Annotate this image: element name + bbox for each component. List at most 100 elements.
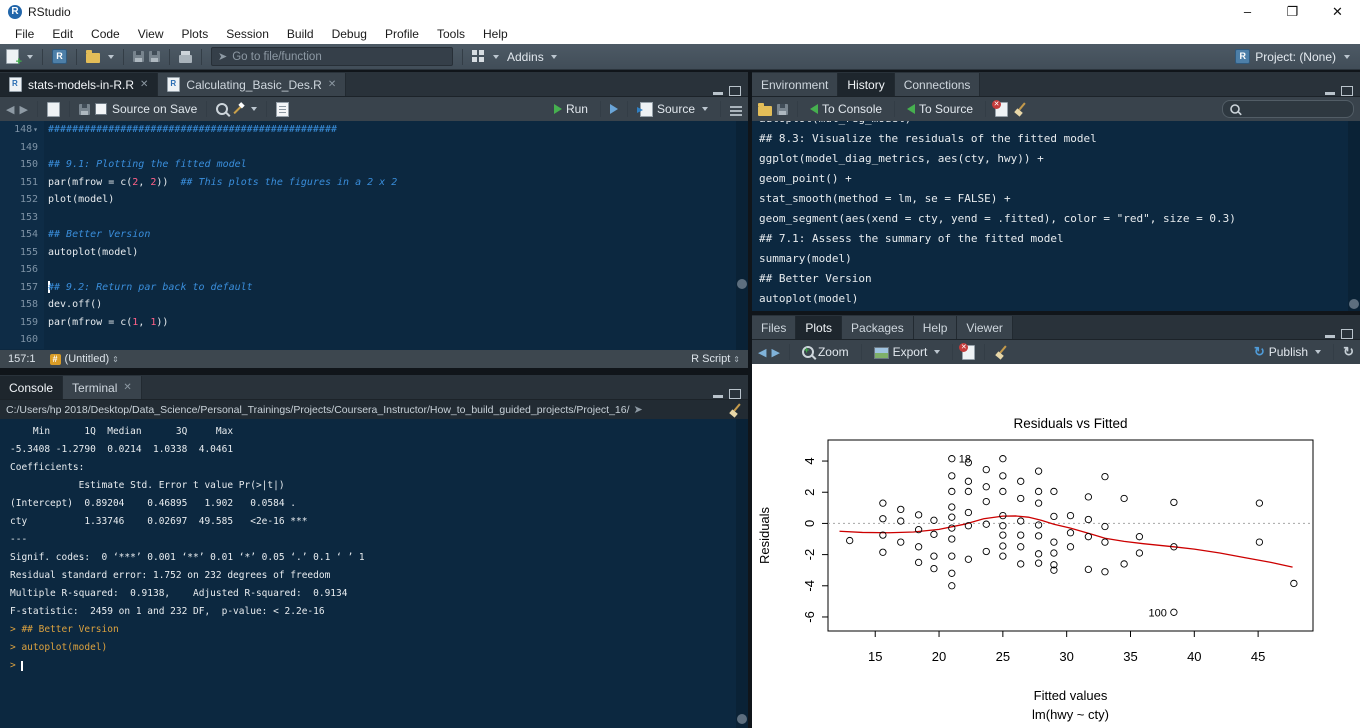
source-on-save-checkbox[interactable] — [94, 103, 107, 115]
tab-stats-models-in-r-r[interactable]: stats-models-in-R.R ✕ — [0, 73, 159, 96]
compile-report-icon[interactable] — [276, 101, 290, 117]
save-all-icon[interactable] — [149, 51, 160, 62]
tab-packages[interactable]: Packages — [842, 316, 914, 339]
save-icon[interactable] — [133, 51, 144, 62]
editor-scrollbar[interactable] — [736, 121, 748, 350]
tab-terminal[interactable]: Terminal ✕ — [63, 376, 142, 399]
open-recent-caret-icon[interactable] — [108, 54, 114, 59]
refresh-plot-icon[interactable]: ↻ — [1343, 344, 1354, 360]
maximize-pane-icon[interactable] — [729, 86, 741, 96]
find-replace-icon[interactable] — [216, 103, 229, 115]
goto-file-input[interactable]: ➤ Go to file/function — [211, 47, 453, 66]
maximize-pane-icon[interactable] — [729, 389, 741, 399]
panes-caret-icon[interactable] — [493, 54, 499, 59]
minimize-pane-icon[interactable] — [1325, 330, 1335, 338]
tab-plots[interactable]: Plots — [796, 316, 843, 339]
tab-history[interactable]: History — [838, 73, 895, 96]
zoom-plot-button[interactable]: Zoom — [799, 345, 852, 359]
history-scroll-thumb[interactable] — [1349, 299, 1359, 309]
menu-build[interactable]: Build — [278, 27, 323, 41]
fold-arrow-icon[interactable]: ▾ — [33, 125, 38, 134]
close-tab-icon[interactable]: ✕ — [123, 382, 131, 393]
new-file-icon[interactable] — [6, 49, 22, 68]
tab-help[interactable]: Help — [913, 316, 958, 339]
menu-help[interactable]: Help — [474, 27, 517, 41]
code-editor[interactable]: 148▾ ####################################… — [0, 121, 748, 350]
save-document-icon[interactable] — [78, 103, 90, 115]
menu-profile[interactable]: Profile — [376, 27, 428, 41]
minimize-pane-icon[interactable] — [713, 87, 723, 95]
addins-button[interactable]: Addins — [504, 50, 560, 64]
history-entry[interactable]: ## 8.3: Visualize the residuals of the f… — [759, 129, 1348, 149]
minimize-pane-icon[interactable] — [1325, 87, 1335, 95]
rerun-icon[interactable] — [609, 104, 618, 114]
clear-history-icon[interactable] — [1013, 102, 1027, 116]
history-entry[interactable]: geom_segment(aes(xend = cty, yend = .fit… — [759, 209, 1348, 229]
to-console-button[interactable]: To Console — [807, 102, 885, 116]
restore-button[interactable]: ❐ — [1270, 0, 1315, 23]
menu-tools[interactable]: Tools — [428, 27, 474, 41]
history-list[interactable]: autoplot(mul_reg_model)## 8.3: Visualize… — [752, 121, 1348, 311]
print-icon[interactable] — [179, 50, 192, 63]
new-file-caret-icon[interactable] — [27, 54, 33, 59]
menu-plots[interactable]: Plots — [173, 27, 218, 41]
forward-icon[interactable]: ▶ — [19, 103, 27, 116]
next-plot-icon[interactable]: ▶ — [771, 346, 779, 359]
workspace-panes-icon[interactable] — [472, 50, 485, 63]
goto-directory-icon[interactable]: ➤ — [634, 403, 643, 416]
publish-button[interactable]: ↻ Publish — [1251, 344, 1324, 360]
new-project-icon[interactable]: R — [52, 49, 67, 64]
menu-code[interactable]: Code — [82, 27, 129, 41]
remove-plot-icon[interactable] — [959, 342, 976, 360]
tab-connections[interactable]: Connections — [894, 73, 981, 96]
tab-files[interactable]: Files — [752, 316, 797, 339]
close-button[interactable]: ✕ — [1315, 0, 1360, 23]
history-entry[interactable]: ggplot(model_diag_metrics, aes(cty, hwy)… — [759, 149, 1348, 169]
open-file-icon[interactable] — [86, 50, 100, 63]
close-tab-icon[interactable]: ✕ — [140, 79, 148, 90]
doc-type-selector[interactable]: R Script ⇕ — [691, 353, 740, 365]
remove-entries-icon[interactable] — [992, 99, 1009, 117]
code-tools-caret-icon[interactable] — [251, 107, 258, 111]
project-menu-button[interactable]: R Project: (None) — [1235, 49, 1354, 64]
menu-session[interactable]: Session — [217, 27, 278, 41]
back-icon[interactable]: ◀ — [6, 103, 14, 116]
to-source-button[interactable]: To Source — [904, 102, 976, 116]
load-history-icon[interactable] — [758, 102, 772, 116]
history-entry[interactable]: autoplot(model) — [759, 289, 1348, 309]
history-search-input[interactable] — [1222, 100, 1354, 118]
console-scroll-thumb[interactable] — [737, 714, 747, 724]
clear-plots-icon[interactable] — [994, 345, 1008, 359]
history-entry[interactable]: ## Better Version — [759, 269, 1348, 289]
menu-edit[interactable]: Edit — [43, 27, 82, 41]
close-tab-icon[interactable]: ✕ — [328, 79, 336, 90]
minimize-pane-icon[interactable] — [713, 390, 723, 398]
history-entry[interactable]: summary(model) — [759, 249, 1348, 269]
maximize-pane-icon[interactable] — [1341, 329, 1353, 339]
maximize-pane-icon[interactable] — [1341, 86, 1353, 96]
save-history-icon[interactable] — [777, 103, 788, 115]
console-scrollbar[interactable] — [736, 419, 748, 728]
code-tools-icon[interactable] — [233, 104, 243, 115]
export-button[interactable]: Export — [871, 345, 944, 359]
section-selector[interactable]: # (Untitled) ⇕ — [49, 353, 119, 365]
popout-icon[interactable] — [46, 101, 60, 117]
minimize-button[interactable]: – — [1225, 0, 1270, 23]
console-output[interactable]: Min 1Q Median 3Q Max -5.3408 -1.2790 0.0… — [0, 419, 736, 728]
history-entry[interactable]: geom_point() + — [759, 169, 1348, 189]
tab-viewer[interactable]: Viewer — [957, 316, 1013, 339]
tab-console[interactable]: Console — [0, 376, 64, 399]
menu-file[interactable]: File — [6, 27, 43, 41]
menu-debug[interactable]: Debug — [323, 27, 376, 41]
previous-plot-icon[interactable]: ◀ — [758, 346, 766, 359]
history-scrollbar[interactable] — [1348, 121, 1360, 311]
clear-console-icon[interactable] — [728, 403, 742, 417]
history-entry[interactable]: ## 7.1: Assess the summary of the fitted… — [759, 229, 1348, 249]
source-button[interactable]: Source — [636, 101, 711, 117]
history-entry[interactable]: stat_smooth(method = lm, se = FALSE) + — [759, 189, 1348, 209]
history-entry[interactable]: autoplot(mul_reg_model) — [759, 121, 1348, 129]
menu-view[interactable]: View — [129, 27, 173, 41]
editor-scroll-thumb[interactable] — [737, 279, 747, 289]
run-button[interactable]: Run — [551, 102, 591, 116]
document-outline-icon[interactable] — [730, 105, 742, 116]
